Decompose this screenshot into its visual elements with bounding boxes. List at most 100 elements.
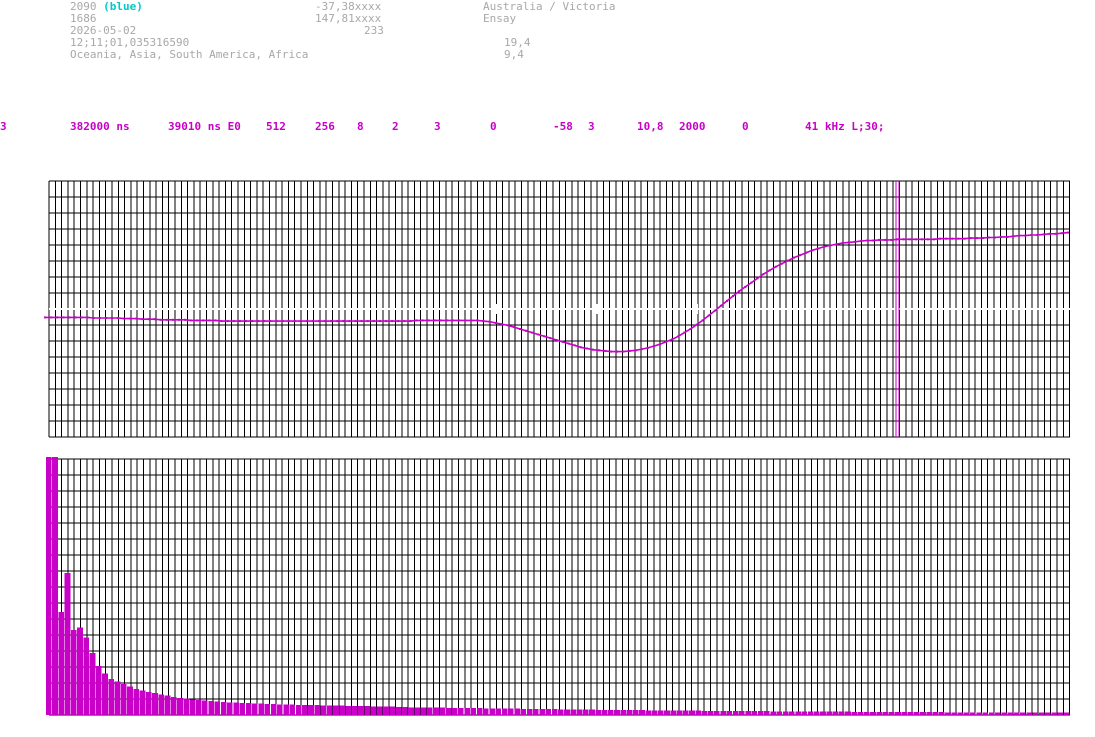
waveform-point-103: [671, 338, 674, 341]
waveform-point-60: [409, 320, 412, 323]
spectrum-bar-1: [52, 457, 58, 715]
waveform-point-87: [573, 344, 576, 347]
spectrum-bar-66: [458, 707, 464, 715]
spectrum-bar-54: [383, 706, 389, 715]
waveform-point-122: [786, 259, 789, 262]
waveform-point-9: [98, 317, 101, 319]
spectrum-bar-5: [77, 627, 83, 715]
spectrum-bar-42: [308, 705, 314, 715]
waveform-point-10: [104, 317, 107, 319]
waveform-point-157: [1000, 235, 1002, 238]
spectrum-bar-113: [751, 711, 758, 715]
waveform-point-34: [251, 320, 253, 323]
waveform-point-3: [62, 316, 65, 319]
waveform-point-168: [1067, 231, 1069, 234]
spectrum-bar-105: [701, 710, 708, 715]
waveform-point-108: [701, 319, 704, 322]
waveform-point-162: [1030, 234, 1033, 236]
spectrum-bar-94: [632, 710, 639, 715]
spectrum-bar-138: [907, 712, 914, 715]
waveform-point-7: [86, 316, 89, 319]
spectrum-bar-31: [239, 702, 246, 715]
waveform-point-31: [232, 320, 235, 323]
spectrum-bar-128: [845, 711, 851, 715]
spectrum-bar-133: [876, 711, 883, 715]
waveform-point-90: [592, 348, 594, 351]
spectrum-bar-32: [245, 703, 252, 715]
waveform-point-6: [80, 316, 83, 319]
spectrum-bar-63: [439, 707, 446, 715]
spectrum-bar-34: [258, 703, 264, 715]
waveform-point-72: [482, 320, 485, 323]
spectrum-bar-50: [358, 706, 364, 715]
waveform-point-129: [829, 244, 832, 247]
waveform-point-111: [719, 304, 722, 307]
spectrum-bar-103: [689, 710, 695, 715]
waveform-point-92: [604, 349, 607, 352]
spectrum-bar-61: [426, 707, 433, 715]
waveform-point-123: [793, 256, 795, 259]
waveform-point-1: [50, 316, 53, 319]
spectrum-bar-15: [139, 690, 146, 715]
spectrum-bar-86: [582, 709, 589, 715]
spectrum-bar-28: [220, 702, 227, 715]
spectrum-bar-18: [158, 694, 165, 715]
waveform-point-66: [445, 319, 448, 322]
waveform-point-82: [543, 335, 546, 338]
spectrum-bar-44: [320, 705, 327, 715]
waveform-point-65: [439, 319, 442, 322]
spectrum-bar-136: [895, 712, 901, 715]
charts-canvas: [44, 180, 1071, 716]
waveform-point-24: [190, 319, 193, 322]
spectrum-bar-87: [589, 709, 595, 715]
waveform-point-98: [640, 348, 643, 351]
spectrum-bar-101: [676, 710, 683, 715]
waveform-point-83: [549, 337, 552, 340]
spectrum-bar-152: [995, 712, 1001, 715]
spectrum-bar-24: [195, 700, 202, 715]
spectrum-bar-47: [339, 705, 346, 715]
waveform-point-16: [141, 318, 144, 321]
spectrum-bar-8: [95, 666, 102, 715]
spectrum-bar-92: [620, 710, 627, 715]
waveform-point-71: [476, 319, 479, 322]
spectrum-bar-77: [526, 708, 533, 715]
waveform-point-119: [768, 269, 771, 272]
spectrum-bar-108: [720, 710, 726, 715]
spectrum-bar-27: [214, 701, 221, 715]
spectrum-bar-115: [764, 711, 770, 715]
spectrum-bar-102: [682, 710, 689, 715]
spectrum-bar-2: [58, 611, 65, 715]
waveform-point-73: [488, 320, 491, 323]
spectrum-bar-11: [114, 681, 121, 715]
spectrum-bar-96: [645, 710, 652, 715]
waveform-point-158: [1006, 235, 1009, 238]
spectrum-bar-98: [657, 710, 664, 715]
waveform-point-132: [847, 241, 850, 244]
waveform-point-59: [403, 320, 406, 323]
spectrum-bar-153: [1001, 712, 1007, 715]
spectrum-bar-135: [888, 711, 895, 715]
spectrum-bar-4: [70, 629, 77, 715]
waveform-point-62: [421, 319, 424, 322]
waveform-chart: [44, 180, 1071, 438]
spectrum-bar-35: [264, 703, 271, 715]
spectrum-bar-25: [202, 700, 208, 715]
waveform-point-107: [695, 323, 698, 326]
spectrum-bar-51: [364, 706, 371, 715]
waveform-point-18: [153, 318, 156, 321]
waveform-point-91: [598, 349, 601, 352]
spectrum-bar-132: [870, 711, 876, 715]
spectrum-bar-88: [595, 709, 602, 715]
spectrum-bar-20: [170, 696, 177, 715]
spectrum-bar-73: [501, 708, 508, 715]
waveform-point-133: [853, 240, 856, 243]
waveform-point-49: [342, 320, 345, 323]
waveform-point-12: [117, 317, 120, 319]
waveform-point-137: [878, 238, 881, 241]
spectrum-bar-127: [838, 711, 845, 715]
spectrum-bar-143: [938, 712, 945, 715]
waveform-point-88: [579, 346, 582, 349]
spectrum-bar-76: [520, 708, 527, 715]
spectrum-bar-80: [545, 709, 552, 715]
